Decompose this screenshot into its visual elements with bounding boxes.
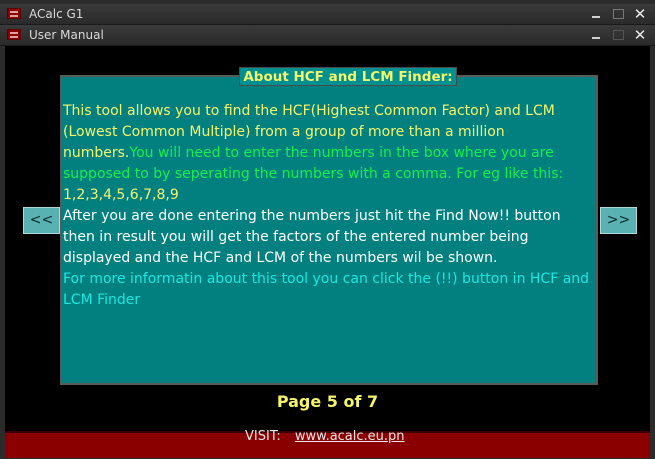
previous-page-button[interactable]: << (23, 207, 60, 234)
app-icon (7, 8, 21, 19)
main-minimize-button[interactable] (588, 6, 604, 22)
website-link[interactable]: www.acalc.eu.pn (295, 429, 405, 444)
footer-visit: VISIT: www.acalc.eu.pn (245, 429, 405, 444)
manual-window-title: User Manual (29, 28, 104, 42)
maximize-icon (612, 9, 624, 19)
app-icon (7, 29, 21, 40)
main-titlebar: ACalc G1 ✕ (0, 4, 655, 25)
manual-titlebar: User Manual ✕ (0, 25, 655, 46)
minimize-icon (592, 37, 600, 39)
instruction-text: You will need to enter the numbers in th… (63, 145, 564, 182)
example-text: 1,2,3,4,5,6,7,8,9 (63, 187, 179, 203)
minimize-icon (592, 16, 600, 18)
next-page-button[interactable]: >> (600, 207, 637, 234)
manual-body: This tool allows you to find the HCF(Hig… (63, 101, 595, 311)
maximize-icon (612, 30, 624, 40)
page-heading: About HCF and LCM Finder: (239, 67, 457, 86)
main-close-button[interactable]: ✕ (632, 6, 648, 22)
close-icon: ✕ (633, 26, 647, 44)
manual-minimize-button[interactable] (588, 27, 604, 43)
after-text: After you are done entering the numbers … (63, 208, 561, 266)
page-indicator: Page 5 of 7 (276, 392, 379, 411)
close-icon: ✕ (633, 5, 647, 23)
manual-maximize-button[interactable] (610, 27, 626, 43)
main-window-title: ACalc G1 (29, 7, 84, 21)
more-info-text: For more informatin about this tool you … (63, 271, 590, 308)
manual-close-button[interactable]: ✕ (632, 27, 648, 43)
visit-label: VISIT: (245, 429, 281, 444)
main-maximize-button[interactable] (610, 6, 626, 22)
